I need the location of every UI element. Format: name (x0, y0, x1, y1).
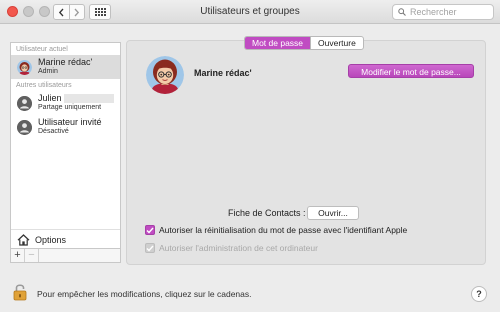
forward-button[interactable] (68, 5, 85, 19)
avatar (17, 95, 32, 111)
lock-icon (13, 284, 27, 301)
current-user-role: Admin (38, 68, 58, 76)
redacted-surname (63, 94, 114, 104)
checkmark-icon (146, 227, 154, 234)
allow-admin-checkbox (145, 243, 155, 253)
open-contact-button[interactable]: Ouvrir... (307, 206, 359, 220)
grid-icon (94, 8, 106, 16)
avatar (17, 119, 32, 135)
user-status-guest: Désactivé (38, 128, 69, 136)
memoji-avatar-icon (17, 59, 32, 75)
lock-message: Pour empêcher les modifications, cliquez… (37, 289, 252, 299)
person-icon (17, 95, 32, 111)
navigation-buttons (53, 4, 85, 20)
contacts-card-label: Fiche de Contacts : (228, 208, 306, 218)
current-user-header: Utilisateur actuel (16, 46, 68, 53)
current-user-name: Marine rédac' (38, 57, 93, 68)
show-all-button[interactable] (89, 4, 111, 20)
selected-user-name: Marine rédac' (194, 68, 252, 78)
close-window-button[interactable] (7, 6, 18, 17)
sidebar-item-julien[interactable]: Julien Partage uniquement (11, 91, 120, 115)
minimize-window-button[interactable] (23, 6, 34, 17)
help-button[interactable]: ? (471, 286, 487, 302)
remove-user-button[interactable]: − (25, 249, 39, 262)
allow-admin-label: Autoriser l'administration de cet ordina… (159, 243, 318, 253)
checkmark-icon (146, 245, 154, 252)
search-input[interactable] (410, 7, 490, 17)
reset-with-apple-id-checkbox[interactable] (145, 225, 155, 235)
memoji-avatar-icon (146, 56, 184, 94)
avatar (17, 59, 32, 75)
users-sidebar: Utilisateur actuel Marine rédac' Admin A… (10, 42, 121, 263)
sidebar-item-current-user[interactable]: Marine rédac' Admin (11, 55, 120, 79)
user-name-julien: Julien (38, 93, 62, 104)
tab-login-items[interactable]: Ouverture (310, 37, 363, 49)
house-icon (17, 233, 30, 246)
search-field[interactable] (392, 4, 494, 20)
user-name-guest: Utilisateur invité (38, 117, 102, 128)
reset-with-apple-id-option[interactable]: Autoriser la réinitialisation du mot de … (145, 225, 407, 235)
sidebar-item-guest-user[interactable]: Utilisateur invité Désactivé (11, 115, 120, 139)
options-label: Options (35, 234, 67, 245)
login-options-button[interactable]: Options (11, 229, 120, 249)
back-chevron-icon (58, 8, 64, 16)
other-users-header: Autres utilisateurs (16, 82, 72, 89)
user-status-julien: Partage uniquement (38, 104, 102, 112)
change-password-button[interactable]: Modifier le mot de passe... (348, 64, 474, 78)
tab-password[interactable]: Mot de passe (245, 37, 311, 49)
panel-tabs: Mot de passe Ouverture (244, 36, 364, 50)
person-icon (17, 119, 32, 135)
zoom-window-button[interactable] (39, 6, 50, 17)
forward-chevron-icon (74, 8, 80, 16)
search-icon (398, 8, 406, 16)
sidebar-footer: + − (11, 248, 120, 262)
reset-with-apple-id-label: Autoriser la réinitialisation du mot de … (159, 225, 408, 235)
lock-button[interactable] (13, 283, 27, 301)
back-button[interactable] (54, 5, 69, 19)
allow-admin-option: Autoriser l'administration de cet ordina… (145, 243, 318, 253)
add-user-button[interactable]: + (11, 249, 25, 262)
title-bar: Utilisateurs et groupes (0, 0, 500, 24)
user-picture[interactable] (146, 56, 184, 94)
